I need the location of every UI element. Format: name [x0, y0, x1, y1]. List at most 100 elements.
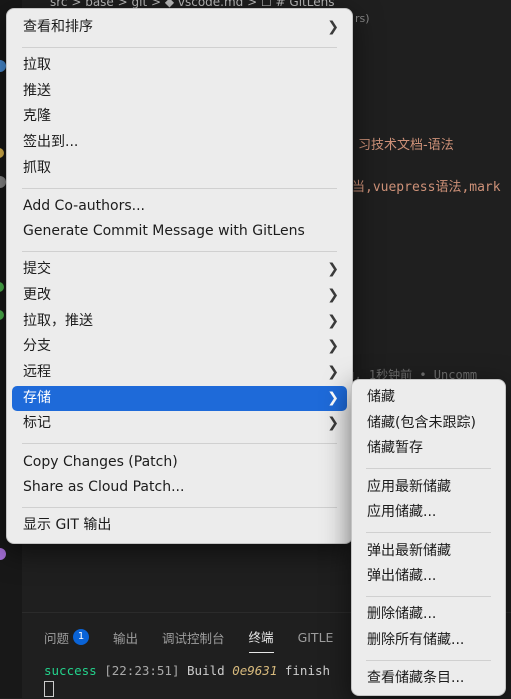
menu-item-label: 远程	[23, 364, 51, 380]
terminal-hash: 0e9631	[232, 663, 278, 678]
chevron-right-icon: ❯	[327, 338, 339, 354]
menu-item-label: 更改	[23, 287, 51, 303]
menu-item-label: 存储	[23, 390, 51, 406]
menu-item-label: 储藏(包含未跟踪)	[367, 415, 476, 431]
menu-item-changes[interactable]: 更改 ❯	[12, 283, 347, 308]
tab-problems[interactable]: 问题 1	[44, 622, 90, 653]
tab-debug-console[interactable]: 调试控制台	[162, 622, 225, 653]
chevron-right-icon: ❯	[327, 287, 339, 303]
menu-separator	[366, 596, 491, 597]
menu-item-commit[interactable]: 提交 ❯	[12, 257, 347, 282]
submenu-item-drop[interactable]: 删除储藏...	[357, 602, 500, 627]
terminal-tail: finish	[284, 663, 331, 678]
menu-item-tags[interactable]: 标记 ❯	[12, 411, 347, 436]
submenu-item-pop-latest[interactable]: 弹出最新储藏	[357, 539, 500, 564]
menu-item-label: 显示 GIT 输出	[23, 517, 112, 533]
menu-item-fetch[interactable]: 抓取	[12, 156, 347, 181]
menu-item-label: 抓取	[23, 160, 51, 176]
submenu-item-pop[interactable]: 弹出储藏...	[357, 564, 500, 589]
editor-hint: rs)	[355, 12, 370, 25]
menu-item-label: 弹出最新储藏	[367, 543, 451, 559]
tab-label: 问题	[44, 630, 70, 646]
chevron-right-icon: ❯	[327, 261, 339, 277]
menu-item-copy-changes[interactable]: Copy Changes (Patch)	[12, 450, 347, 475]
menu-item-label: Generate Commit Message with GitLens	[23, 223, 305, 239]
tab-label: 调试控制台	[162, 630, 225, 646]
menu-item-remote[interactable]: 远程 ❯	[12, 360, 347, 385]
menu-item-label: Share as Cloud Patch...	[23, 479, 185, 495]
tab-gitlens[interactable]: GITLE	[298, 624, 334, 651]
menu-separator	[22, 443, 337, 444]
status-dot-icon	[0, 148, 4, 158]
chevron-right-icon: ❯	[327, 364, 339, 380]
menu-item-label: 克隆	[23, 108, 51, 124]
terminal-status: success	[44, 663, 97, 678]
menu-item-label: 应用最新储藏	[367, 479, 451, 495]
source-control-context-menu: 查看和排序 ❯ 拉取 推送 克隆 签出到... 抓取 Add Co-author…	[6, 8, 353, 544]
menu-item-generate-commit[interactable]: Generate Commit Message with GitLens	[12, 219, 347, 244]
submenu-item-apply-latest[interactable]: 应用最新储藏	[357, 475, 500, 500]
menu-item-label: 储藏	[367, 389, 395, 405]
menu-item-stash[interactable]: 存储 ❯	[12, 386, 347, 411]
menu-item-checkout[interactable]: 签出到...	[12, 130, 347, 155]
menu-item-label: 查看和排序	[23, 19, 93, 35]
menu-item-label: 拉取	[23, 57, 51, 73]
menu-item-clone[interactable]: 克隆	[12, 104, 347, 129]
stash-submenu: 储藏 储藏(包含未跟踪) 储藏暂存 应用最新储藏 应用储藏... 弹出最新储藏 …	[351, 379, 506, 696]
submenu-item-stash[interactable]: 储藏	[357, 385, 500, 410]
menu-item-label: 应用储藏...	[367, 504, 437, 520]
status-dot-icon	[0, 310, 4, 320]
menu-item-pull[interactable]: 拉取	[12, 53, 347, 78]
menu-item-add-coauthors[interactable]: Add Co-authors...	[12, 194, 347, 219]
menu-separator	[366, 660, 491, 661]
menu-separator	[22, 188, 337, 189]
menu-separator	[366, 532, 491, 533]
terminal-cursor[interactable]	[44, 681, 54, 697]
menu-item-label: 标记	[23, 415, 51, 431]
tab-terminal[interactable]: 终端	[248, 621, 274, 653]
menu-separator	[22, 507, 337, 508]
menu-item-push[interactable]: 推送	[12, 79, 347, 104]
tab-label: 输出	[113, 630, 139, 646]
tab-label: GITLE	[297, 629, 334, 645]
tab-label: 终端	[248, 630, 274, 645]
submenu-item-drop-all[interactable]: 删除所有储藏...	[357, 628, 500, 653]
submenu-item-stash-staged[interactable]: 储藏暂存	[357, 436, 500, 461]
menu-item-label: 查看储藏条目...	[367, 670, 465, 686]
menu-separator	[22, 47, 337, 48]
menu-separator	[366, 468, 491, 469]
submenu-item-stash-untracked[interactable]: 储藏(包含未跟踪)	[357, 411, 500, 436]
menu-item-label: Add Co-authors...	[23, 198, 145, 214]
menu-item-label: 提交	[23, 261, 51, 277]
status-dot-icon	[0, 548, 6, 560]
menu-item-show-git-output[interactable]: 显示 GIT 输出	[12, 513, 347, 538]
menu-item-share-cloud-patch[interactable]: Share as Cloud Patch...	[12, 475, 347, 500]
menu-item-label: 拉取，推送	[23, 313, 93, 329]
chevron-right-icon: ❯	[327, 390, 339, 406]
menu-item-pull-push[interactable]: 拉取，推送 ❯	[12, 309, 347, 334]
submenu-item-apply[interactable]: 应用储藏...	[357, 500, 500, 525]
tab-output[interactable]: 输出	[113, 622, 138, 653]
panel-tabs: 问题 1 输出 调试控制台 终端 GITLE	[44, 621, 357, 653]
menu-item-label: 弹出储藏...	[367, 568, 437, 584]
menu-item-label: 储藏暂存	[367, 440, 423, 456]
status-dot-icon	[0, 282, 4, 292]
menu-item-label: 推送	[23, 83, 51, 99]
submenu-item-view[interactable]: 查看储藏条目...	[357, 666, 500, 691]
terminal-build: Build	[187, 663, 225, 678]
menu-item-branch[interactable]: 分支 ❯	[12, 334, 347, 359]
chevron-right-icon: ❯	[327, 19, 339, 35]
menu-separator	[22, 251, 337, 252]
chevron-right-icon: ❯	[327, 415, 339, 431]
terminal-output: success [22:23:51] Build 0e9631 finish	[44, 663, 330, 678]
editor-line: 当,vuepress语法,mark	[352, 180, 501, 195]
terminal-time: [22:23:51]	[104, 663, 180, 678]
menu-item-label: Copy Changes (Patch)	[23, 454, 178, 470]
problems-count-badge: 1	[73, 629, 90, 645]
menu-item-label: 签出到...	[23, 134, 79, 150]
chevron-right-icon: ❯	[327, 313, 339, 329]
menu-item-label: 分支	[23, 338, 51, 354]
editor-line: 习技术文档-语法	[358, 138, 454, 153]
menu-item-label: 删除储藏...	[367, 606, 437, 622]
menu-item-view-sort[interactable]: 查看和排序 ❯	[12, 15, 347, 40]
